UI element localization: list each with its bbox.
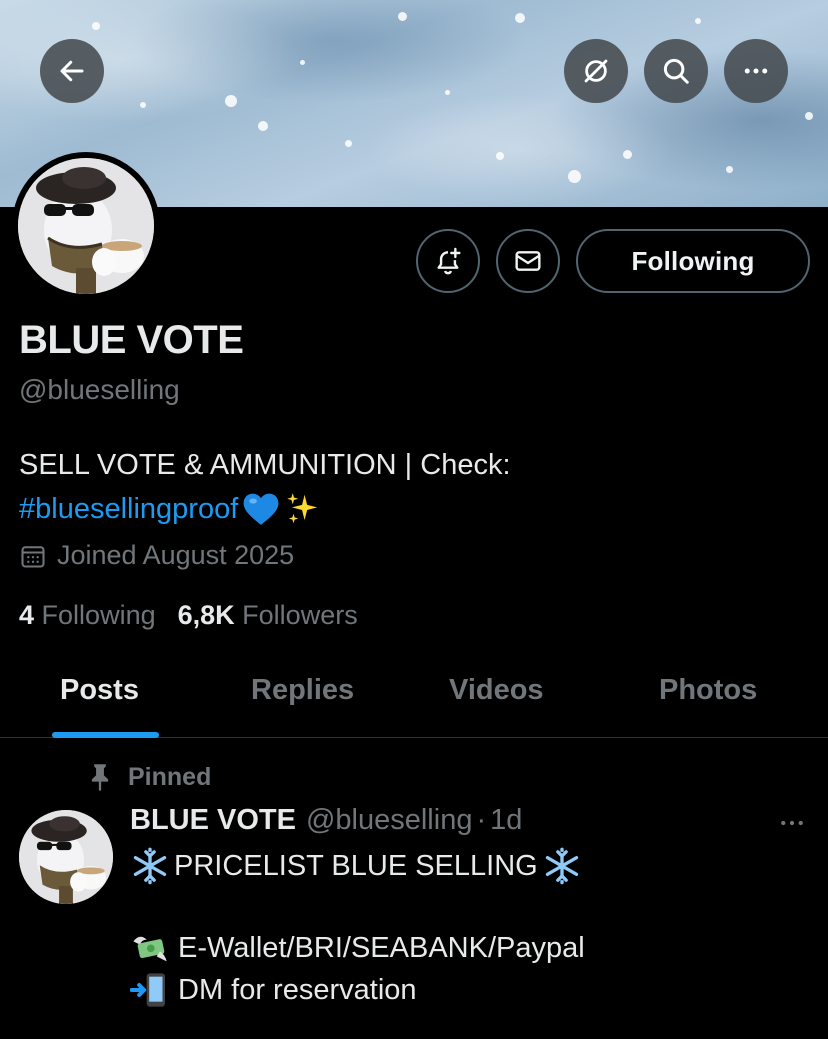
avatar-image (19, 810, 113, 904)
post-timestamp[interactable]: 1d (490, 804, 522, 837)
more-button[interactable] (724, 39, 788, 103)
post-more-button[interactable] (776, 808, 808, 843)
user-handle: @blueselling (19, 374, 180, 405)
search-icon (663, 58, 689, 84)
following-count: 4 (19, 600, 35, 630)
post-meta-separator: · (476, 804, 487, 836)
profile-tabs: Posts Replies Videos Photos (0, 660, 828, 738)
snowflake-emoji (133, 847, 167, 885)
pinned-indicator: Pinned (86, 762, 211, 792)
search-button[interactable] (644, 39, 708, 103)
pin-icon (91, 764, 109, 792)
arrow-left-icon (60, 60, 84, 82)
tab-videos[interactable]: Videos (449, 674, 544, 707)
tab-posts[interactable]: Posts (60, 674, 139, 707)
post-dm-line: DM for reservation (130, 970, 417, 1010)
pinned-label: Pinned (128, 762, 212, 791)
grok-icon (584, 59, 608, 83)
money-wings-emoji (133, 936, 167, 962)
display-name: BLUE VOTE (19, 318, 244, 362)
followers-count: 6,8K (177, 600, 235, 630)
notifications-button[interactable] (416, 229, 480, 293)
sparkles-emoji (287, 493, 318, 524)
message-button[interactable] (496, 229, 560, 293)
more-horizontal-icon (781, 820, 803, 826)
post-title: PRICELIST BLUE SELLING (174, 849, 538, 882)
post-payment-line: E-Wallet/BRI/SEABANK/Paypal (130, 928, 585, 968)
grok-button[interactable] (564, 39, 628, 103)
tab-photos[interactable]: Photos (659, 674, 757, 707)
blue-heart-emoji (243, 493, 279, 525)
profile-avatar[interactable] (12, 152, 160, 300)
avatar-image (18, 158, 154, 294)
followers-count-link[interactable]: 6,8K Followers (178, 600, 358, 631)
following-button[interactable]: Following (576, 229, 810, 293)
more-horizontal-icon (744, 68, 768, 74)
back-button[interactable] (40, 39, 104, 103)
post-dm-text: DM for reservation (178, 973, 417, 1006)
following-count-link[interactable]: 4 Following (19, 600, 156, 631)
post-author-avatar[interactable] (19, 810, 113, 904)
snowflake-emoji (545, 847, 578, 885)
post-title-line: PRICELIST BLUE SELLING (130, 846, 582, 886)
post-author-name[interactable]: BLUE VOTE (130, 804, 296, 837)
following-label: Following (41, 600, 156, 630)
bell-plus-icon (437, 247, 461, 275)
post-payment-text: E-Wallet/BRI/SEABANK/Paypal (178, 931, 585, 964)
active-tab-indicator (52, 732, 159, 738)
calendar-icon (21, 545, 45, 568)
tab-replies[interactable]: Replies (251, 674, 354, 707)
envelope-icon (515, 251, 541, 271)
bio-text: SELL VOTE & AMMUNITION | Check: (19, 449, 511, 481)
profile-bio: SELL VOTE & AMMUNITION | Check: #bluesel… (19, 443, 809, 531)
joined-date: Joined August 2025 (19, 540, 294, 571)
post-header: BLUE VOTE @blueselling · 1d (130, 804, 522, 837)
follow-counts: 4 Following 6,8K Followers (19, 600, 358, 631)
post-author-handle[interactable]: @blueselling (306, 804, 472, 837)
joined-text: Joined August 2025 (57, 540, 295, 570)
mobile-arrow-emoji (130, 973, 165, 1007)
followers-label: Followers (242, 600, 358, 630)
bio-hashtag-link[interactable]: #bluesellingproof (19, 487, 238, 531)
